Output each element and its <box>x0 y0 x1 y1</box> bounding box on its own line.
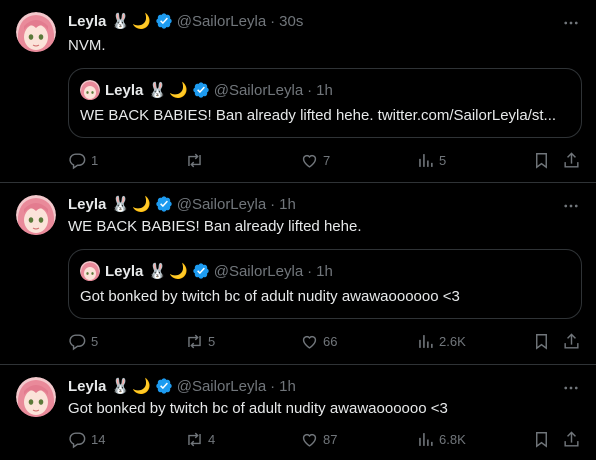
retweet-icon <box>188 334 201 348</box>
like-count: 66 <box>323 333 338 349</box>
like-button[interactable]: 87 <box>300 429 337 449</box>
like-button[interactable]: 7 <box>300 150 330 170</box>
verified-badge-icon <box>192 262 210 280</box>
separator-dot: · <box>270 12 276 30</box>
quote-text: Got bonked by twitch bc of adult nudity … <box>80 288 460 305</box>
views-icon <box>419 432 433 446</box>
verified-badge-icon[interactable] <box>155 12 173 30</box>
quote-handle: @SailorLeyla <box>213 81 304 99</box>
more-icon[interactable] <box>562 379 580 402</box>
action-bar: 5 5 66 2.6K <box>0 331 596 351</box>
reply-icon <box>69 333 86 350</box>
verified-badge-icon[interactable] <box>155 377 173 395</box>
bookmark-icon <box>536 333 547 350</box>
quote-avatar <box>80 261 100 281</box>
reply-button[interactable]: 5 <box>68 331 98 351</box>
separator-dot: · <box>270 195 276 213</box>
timestamp[interactable]: 30s <box>279 13 303 30</box>
reply-count: 5 <box>91 333 99 349</box>
retweet-button[interactable]: 5 <box>185 331 215 351</box>
handle[interactable]: @SailorLeyla <box>177 13 266 30</box>
quote-avatar <box>80 80 100 100</box>
bookmark-icon <box>536 152 547 169</box>
like-button[interactable]: 66 <box>300 331 337 351</box>
name-emoji: 🐰 🌙 <box>111 378 151 395</box>
views-button[interactable]: 6.8K <box>416 429 466 449</box>
quote-text: WE BACK BABIES! Ban already lifted hehe.… <box>80 107 557 124</box>
views-button[interactable]: 5 <box>416 150 446 170</box>
reply-button[interactable]: 1 <box>68 150 98 170</box>
tweet[interactable]: Leyla 🐰 🌙 @SailorLeyla · 30s NVM. Leyla 🐰… <box>0 0 596 183</box>
share-button[interactable] <box>562 331 581 351</box>
bookmark-button[interactable] <box>532 150 551 170</box>
like-count: 7 <box>323 152 331 168</box>
retweet-count: 4 <box>208 431 216 447</box>
retweet-icon <box>188 153 201 167</box>
quoted-tweet[interactable]: Leyla 🐰 🌙 @SailorLeyla · 1h Got bonked by… <box>68 249 582 319</box>
name-emoji: 🐰 🌙 <box>111 13 151 30</box>
share-icon <box>564 430 579 447</box>
retweet-button[interactable] <box>185 150 208 170</box>
handle[interactable]: @SailorLeyla <box>177 378 266 395</box>
reply-button[interactable]: 14 <box>68 429 105 449</box>
name-emoji: 🐰 🌙 <box>148 82 188 99</box>
reply-count: 1 <box>91 152 99 168</box>
quoted-tweet[interactable]: Leyla 🐰 🌙 @SailorLeyla · 1h WE BACK BABIE… <box>68 68 582 138</box>
timestamp[interactable]: 1h <box>279 196 296 213</box>
share-button[interactable] <box>562 429 581 449</box>
more-icon[interactable] <box>562 197 580 220</box>
quote-timestamp: 1h <box>316 81 333 99</box>
separator-dot: · <box>270 377 276 395</box>
reply-count: 14 <box>91 431 106 447</box>
display-name[interactable]: Leyla <box>68 13 106 30</box>
more-icon[interactable] <box>562 14 580 37</box>
views-icon <box>419 334 433 348</box>
action-bar: 1 7 5 <box>0 150 596 170</box>
name-emoji: 🐰 🌙 <box>111 196 151 213</box>
view-count: 5 <box>439 152 447 168</box>
share-icon <box>564 151 579 168</box>
verified-badge-icon[interactable] <box>155 195 173 213</box>
action-bar: 14 4 87 6.8K <box>0 429 596 449</box>
retweet-count: 5 <box>208 333 216 349</box>
avatar[interactable] <box>16 195 56 235</box>
quote-display-name: Leyla <box>105 262 144 280</box>
view-count: 2.6K <box>439 333 466 349</box>
like-icon <box>302 154 317 168</box>
avatar[interactable] <box>16 12 56 52</box>
quote-timestamp: 1h <box>316 262 333 280</box>
view-count: 6.8K <box>439 431 466 447</box>
share-icon <box>564 332 579 349</box>
tweet-text: NVM. <box>68 37 106 54</box>
separator-dot: · <box>307 81 313 99</box>
tweet[interactable]: Leyla 🐰 🌙 @SailorLeyla · 1h Got bonked by… <box>0 365 596 460</box>
separator-dot: · <box>307 262 313 280</box>
avatar[interactable] <box>16 377 56 417</box>
bookmark-button[interactable] <box>532 331 551 351</box>
like-icon <box>302 335 317 349</box>
like-icon <box>302 433 317 447</box>
tweet-text: Got bonked by twitch bc of adult nudity … <box>68 400 448 417</box>
tweet-text: WE BACK BABIES! Ban already lifted hehe. <box>68 218 362 235</box>
quote-handle: @SailorLeyla <box>213 262 304 280</box>
display-name[interactable]: Leyla <box>68 378 106 395</box>
timestamp[interactable]: 1h <box>279 378 296 395</box>
tweet[interactable]: Leyla 🐰 🌙 @SailorLeyla · 1h WE BACK BABIE… <box>0 183 596 365</box>
views-button[interactable]: 2.6K <box>416 331 466 351</box>
quote-display-name: Leyla <box>105 81 144 99</box>
bookmark-button[interactable] <box>532 429 551 449</box>
handle[interactable]: @SailorLeyla <box>177 196 266 213</box>
display-name[interactable]: Leyla <box>68 196 106 213</box>
views-icon <box>419 153 433 167</box>
share-button[interactable] <box>562 150 581 170</box>
retweet-icon <box>188 432 201 446</box>
reply-icon <box>69 431 86 448</box>
like-count: 87 <box>323 431 338 447</box>
verified-badge-icon <box>192 81 210 99</box>
name-emoji: 🐰 🌙 <box>148 263 188 280</box>
reply-icon <box>69 152 86 169</box>
bookmark-icon <box>536 431 547 448</box>
retweet-button[interactable]: 4 <box>185 429 215 449</box>
